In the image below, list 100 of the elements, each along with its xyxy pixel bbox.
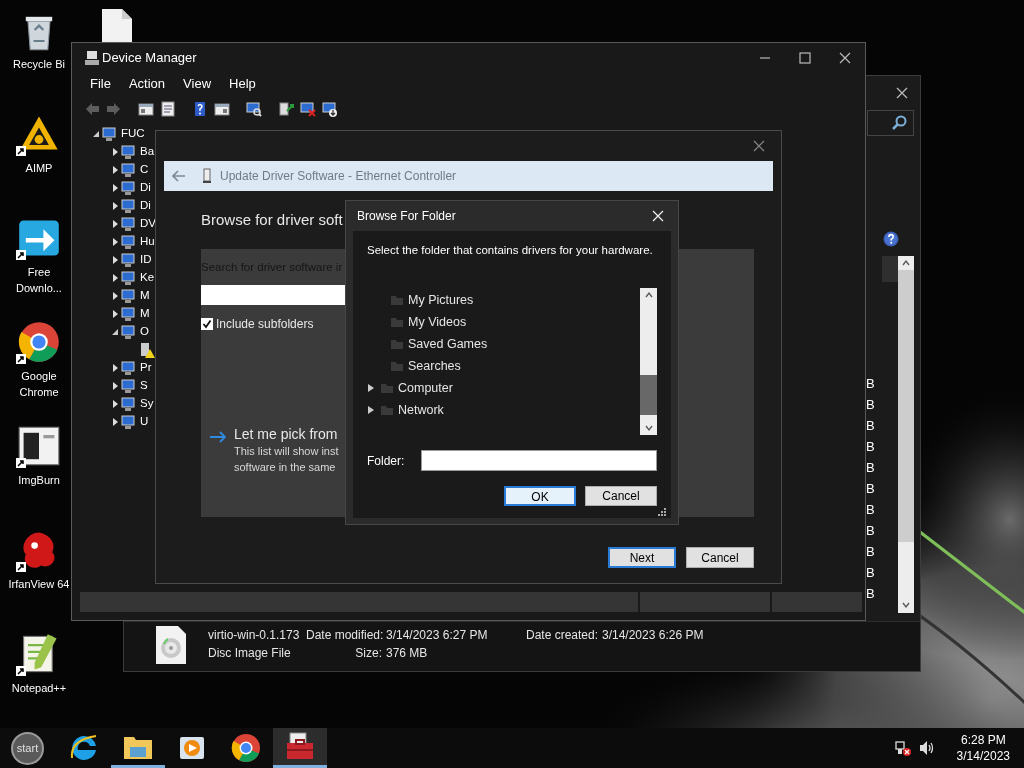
network-error-icon[interactable] [894, 740, 911, 756]
collapse-arrow-icon[interactable] [91, 129, 101, 139]
device-update-icon[interactable] [278, 101, 294, 117]
menu-item[interactable]: Help [221, 74, 264, 94]
field-label: Folder: [367, 452, 406, 470]
back-arrow-icon[interactable] [172, 170, 186, 182]
table-cell-text: B [866, 522, 875, 540]
tree-item[interactable]: My Pictures [408, 290, 474, 310]
speaker-icon[interactable] [918, 740, 935, 756]
tree-view[interactable]: My Pictures My Videos Saved Games Searches Computer Network [367, 288, 657, 435]
expand-arrow-icon[interactable] [110, 381, 120, 391]
console-icon[interactable] [138, 101, 154, 117]
menu-item[interactable]: Action [120, 74, 174, 94]
menu-item[interactable]: File [82, 74, 119, 94]
desktop-icon-label[interactable]: AIMP [25, 160, 53, 176]
table-cell-text: B [866, 501, 875, 519]
tree-item[interactable]: FUC [121, 125, 145, 143]
device-icon [120, 144, 136, 160]
monitor-search-icon[interactable] [246, 101, 262, 117]
tree-item[interactable]: Di [140, 179, 151, 197]
scrollbar[interactable] [898, 256, 914, 613]
search-field[interactable] [867, 110, 914, 136]
tree-item[interactable]: My Videos [408, 312, 467, 332]
dialog-button[interactable]: OK [504, 486, 576, 506]
device-icon [120, 288, 136, 304]
expand-arrow-icon[interactable] [367, 405, 375, 415]
tree-item[interactable]: C [140, 161, 149, 179]
expand-arrow-icon[interactable] [110, 201, 120, 211]
dialog-button[interactable]: Next [608, 547, 676, 568]
tree-item[interactable]: M [140, 305, 150, 323]
browser-icon[interactable] [17, 320, 61, 364]
maximize-icon[interactable] [799, 52, 811, 64]
clock[interactable]: 6:28 PM 3/14/2023 [956, 732, 1010, 764]
app-icon[interactable] [17, 424, 61, 468]
expand-arrow-icon[interactable] [110, 165, 120, 175]
properties-icon[interactable] [160, 101, 176, 117]
checkbox-label[interactable]: Include subfolders [216, 315, 314, 333]
input-field[interactable] [201, 285, 345, 305]
close-icon[interactable] [896, 87, 908, 99]
expand-arrow-icon[interactable] [110, 399, 120, 409]
collapse-arrow-icon[interactable] [110, 327, 120, 337]
tree-item[interactable]: Hu [140, 233, 155, 251]
link-title[interactable]: Let me pick from [234, 425, 339, 443]
dialog-button[interactable]: Cancel [585, 486, 657, 506]
desktop-icon-label[interactable]: Recycle Bi [13, 56, 65, 72]
table-cell-text: B [866, 396, 875, 414]
expand-arrow-icon[interactable] [110, 147, 120, 157]
close-icon[interactable] [839, 52, 851, 64]
clock-date: 3/14/2023 [956, 748, 1010, 764]
expand-arrow-icon[interactable] [110, 219, 120, 229]
tree-item[interactable]: Ke [140, 269, 155, 287]
start-button[interactable]: start [11, 731, 44, 765]
help-icon[interactable] [192, 101, 208, 117]
tree-item[interactable]: Searches [408, 356, 461, 376]
tree-item[interactable]: M [140, 287, 150, 305]
expand-arrow-icon[interactable] [110, 363, 120, 373]
file-icon[interactable] [100, 9, 132, 43]
desktop-icon-label[interactable]: ImgBurn [18, 472, 60, 488]
device-icon [120, 216, 136, 232]
menu-item[interactable]: View [175, 74, 220, 94]
tree-item[interactable]: ID [140, 251, 152, 269]
input-field[interactable] [421, 450, 657, 471]
tree-item[interactable]: Ba [140, 143, 155, 161]
expand-arrow-icon[interactable] [110, 309, 120, 319]
tree-item[interactable]: U [140, 413, 149, 431]
tree-item[interactable]: DV [140, 215, 156, 233]
help-icon[interactable] [883, 231, 899, 247]
tree-item[interactable]: O [140, 323, 149, 341]
disc-image-file-icon [156, 626, 186, 664]
tree-item[interactable]: Pr [140, 359, 152, 377]
table-cell-text: B [866, 417, 875, 435]
expand-arrow-icon[interactable] [110, 273, 120, 283]
expand-arrow-icon[interactable] [110, 291, 120, 301]
tree-item[interactable]: S [140, 377, 148, 395]
desktop-icon-label[interactable]: Google Chrome [6, 368, 72, 400]
dialog-button[interactable]: Cancel [686, 547, 754, 568]
expand-arrow-icon[interactable] [110, 183, 120, 193]
description-text: This list will show inst [234, 444, 339, 459]
file-type: Disc Image File [208, 646, 291, 660]
device-remove-icon[interactable] [300, 101, 316, 117]
expand-arrow-icon[interactable] [110, 255, 120, 265]
desktop-icon-label[interactable]: IrfanView 64 [8, 576, 70, 592]
tree-item[interactable]: Sy [140, 395, 154, 413]
pane-icon[interactable] [214, 101, 230, 117]
expand-arrow-icon[interactable] [110, 237, 120, 247]
tree-item[interactable]: Di [140, 197, 151, 215]
checkbox[interactable] [201, 318, 213, 330]
desktop-icon-label[interactable]: Free Downlo... [6, 264, 72, 296]
arrow-right-icon[interactable] [209, 431, 227, 443]
tree-item[interactable]: Network [398, 400, 444, 420]
taskbar-button[interactable] [273, 728, 327, 768]
device-download-icon[interactable] [322, 101, 338, 117]
expand-arrow-icon[interactable] [110, 417, 120, 427]
tree-item[interactable]: Saved Games [408, 334, 488, 354]
scroll-thumb[interactable] [898, 270, 914, 542]
desktop-icon-label[interactable]: Notepad++ [11, 680, 67, 696]
expand-arrow-icon[interactable] [367, 383, 375, 393]
scrollbar[interactable] [640, 288, 657, 435]
tree-item[interactable]: Computer [398, 378, 453, 398]
scroll-thumb[interactable] [640, 375, 657, 415]
